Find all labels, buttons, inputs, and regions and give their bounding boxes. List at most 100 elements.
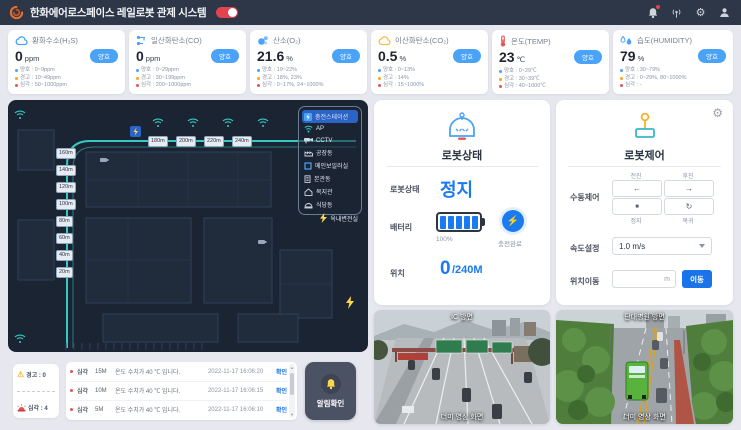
settings-gear-icon[interactable]: ⚙ bbox=[694, 6, 707, 19]
cctv-camera-icon bbox=[304, 137, 313, 144]
sensor-card-temp: 온도(TEMP) 23 ℃ 양호 양호 : 0~29℃ 경고 : 30~39℃ … bbox=[492, 30, 609, 94]
return-button[interactable]: ↻ bbox=[664, 198, 714, 215]
chevron-down-icon bbox=[699, 244, 705, 248]
position-input-box[interactable]: m bbox=[612, 270, 676, 288]
control-settings-gear-icon[interactable]: ⚙ bbox=[712, 106, 723, 120]
sensor-card-h2s: 황화수소(H₂S) 0 ppm 양호 양호 : 0~9ppm 경고 : 10~4… bbox=[8, 30, 125, 94]
distance-tag: 240m bbox=[232, 136, 252, 147]
charging-station-icon bbox=[304, 113, 312, 121]
distance-tag: 40m bbox=[56, 250, 73, 261]
legend-item-welfare-hall[interactable]: 복지관 bbox=[302, 185, 358, 198]
scroll-up-icon[interactable]: ▲ bbox=[289, 365, 295, 370]
backward-label: 후진 bbox=[664, 171, 712, 180]
alert-confirm-button[interactable]: 알림확인 bbox=[305, 362, 356, 420]
warning-count: ⚠ 경고 : 0 bbox=[17, 370, 55, 379]
speed-setting-label: 속도설정 bbox=[570, 243, 599, 254]
camera-scene-highway bbox=[374, 310, 550, 424]
sensor-title: 온도(TEMP) bbox=[511, 36, 551, 47]
user-profile-icon[interactable] bbox=[718, 6, 731, 19]
position-label: 위치 bbox=[390, 268, 405, 279]
sensor-unit: ppm bbox=[25, 54, 40, 63]
alert-table: 심각 15M 온도 수치가 40 ℃ 입니다. 2022-11-17 16:06… bbox=[66, 362, 297, 420]
position-total: /240M bbox=[452, 264, 483, 276]
status-badge: 양호 bbox=[332, 49, 360, 63]
critical-dot-icon bbox=[70, 408, 73, 411]
legend-item-ap[interactable]: AP bbox=[302, 123, 358, 135]
battery-gauge bbox=[436, 212, 482, 232]
legend-item-substation[interactable]: 옥내변전실 bbox=[320, 213, 358, 223]
sensor-value: 79 bbox=[620, 48, 636, 64]
charge-status: 충전완료 bbox=[498, 238, 522, 248]
toggle-knob bbox=[228, 8, 237, 17]
thermometer-icon bbox=[499, 35, 507, 47]
distance-tag: 120m bbox=[56, 182, 76, 193]
factory-building-icon bbox=[304, 149, 313, 157]
legend-item-charging-station[interactable]: 충전스테이션 bbox=[302, 110, 358, 123]
acknowledge-link[interactable]: 확인 bbox=[276, 386, 287, 395]
return-label: 복귀 bbox=[664, 216, 712, 225]
sensor-ranges: 양호 : 0~29ppm 경고 : 30~199ppm 심각 : 200~100… bbox=[136, 67, 239, 90]
camera-bottom-caption: 더미 영상 화면 bbox=[556, 412, 733, 422]
notification-bell-icon[interactable] bbox=[646, 6, 659, 19]
acknowledge-link[interactable]: 확인 bbox=[276, 367, 287, 376]
alert-summary-card: ⚠ 경고 : 0 심각 : 4 bbox=[13, 364, 59, 418]
sensor-card-humidity: 습도(HUMIDITY) 79 % 양호 양호 : 30~79% 경고 : 0~… bbox=[613, 30, 733, 94]
dashed-divider bbox=[17, 391, 55, 392]
scroll-thumb[interactable] bbox=[290, 373, 294, 395]
position-input[interactable] bbox=[618, 275, 664, 284]
stop-label: 정지 bbox=[612, 216, 660, 225]
panel-title: 로봇제어 bbox=[556, 147, 733, 163]
facility-map: 180m 200m 220m 240m 160m 140m 120m 100m … bbox=[8, 100, 368, 352]
dome-dish-icon bbox=[304, 201, 313, 209]
distance-tag: 20m bbox=[56, 267, 73, 278]
move-button[interactable]: 이동 bbox=[682, 270, 712, 288]
forward-button[interactable]: ← bbox=[612, 180, 662, 197]
cctv-feed-2: 단대병원 방면 더미 영상 화면 bbox=[556, 310, 733, 424]
map-legend: 충전스테이션 AP CCTV 공장동 메인보일러실 본관동 bbox=[298, 106, 362, 215]
cloud-icon bbox=[15, 36, 28, 46]
sensor-ranges: 양호 : 0~29℃ 경고 : 30~39℃ 심각 : 40~1000℃ bbox=[499, 68, 602, 91]
warning-triangle-icon: ⚠ bbox=[17, 370, 24, 379]
table-scrollbar[interactable]: ▲ ▼ bbox=[289, 364, 295, 418]
legend-item-cafeteria[interactable]: 식당동 bbox=[302, 198, 358, 211]
speed-value: 1.0 m/s bbox=[619, 242, 645, 251]
power-toggle[interactable] bbox=[216, 7, 238, 18]
sensor-ranges: 양호 : 30~79% 경고 : 0~29%, 80~1000% 심각 : - bbox=[620, 67, 726, 90]
manual-control-label: 수동제어 bbox=[570, 192, 599, 203]
sensor-value: 0.5 bbox=[378, 48, 397, 64]
distance-tag: 220m bbox=[204, 136, 224, 147]
scroll-down-icon[interactable]: ▼ bbox=[289, 412, 295, 417]
meter-unit: m bbox=[664, 276, 670, 283]
camera-direction-caption: IC 방면 bbox=[374, 312, 550, 322]
sensor-unit: % bbox=[399, 54, 406, 63]
alert-row: 심각 10M 온도 수치가 40 ℃ 입니다. 2022-11-17 16:06… bbox=[70, 381, 287, 401]
antenna-signal-icon[interactable] bbox=[670, 6, 683, 19]
sensor-title: 산소(O₂) bbox=[273, 35, 301, 46]
lightning-bolt-icon bbox=[320, 213, 327, 223]
cctv-feed-1: IC 방면 더미 영상 화면 bbox=[374, 310, 550, 424]
oxygen-bubbles-icon bbox=[257, 35, 269, 46]
distance-tag: 80m bbox=[56, 216, 73, 227]
backward-button[interactable]: → bbox=[664, 180, 714, 197]
distance-tag: 60m bbox=[56, 233, 73, 244]
stop-button[interactable]: ■ bbox=[612, 198, 662, 215]
legend-item-factory[interactable]: 공장동 bbox=[302, 146, 358, 159]
notification-dot bbox=[656, 5, 660, 9]
legend-item-boiler-room[interactable]: 메인보일러실 bbox=[302, 159, 358, 172]
speed-select[interactable]: 1.0 m/s bbox=[612, 237, 712, 255]
status-badge: 양호 bbox=[698, 49, 726, 63]
acknowledge-link[interactable]: 확인 bbox=[276, 405, 287, 414]
legend-item-main-building[interactable]: 본관동 bbox=[302, 172, 358, 185]
sensor-card-co: 일산화탄소(CO) 0 ppm 양호 양호 : 0~29ppm 경고 : 30~… bbox=[129, 30, 246, 94]
battery-label: 배터리 bbox=[390, 222, 412, 233]
sensor-value: 23 bbox=[499, 49, 515, 65]
status-badge: 양호 bbox=[453, 49, 481, 63]
status-badge: 양호 bbox=[211, 49, 239, 63]
cloud-yellow-icon bbox=[378, 36, 391, 46]
status-badge: 양호 bbox=[574, 50, 602, 64]
humidity-drops-icon bbox=[620, 35, 633, 46]
state-label: 로봇상태 bbox=[390, 184, 419, 195]
sensor-title: 일산화탄소(CO) bbox=[151, 35, 202, 46]
dashboard: 한화에어로스페이스 레일로봇 관제 시스템 ⚙ 황화수소(H₂S) 0 ppm … bbox=[0, 0, 741, 430]
legend-item-cctv[interactable]: CCTV bbox=[302, 135, 358, 146]
